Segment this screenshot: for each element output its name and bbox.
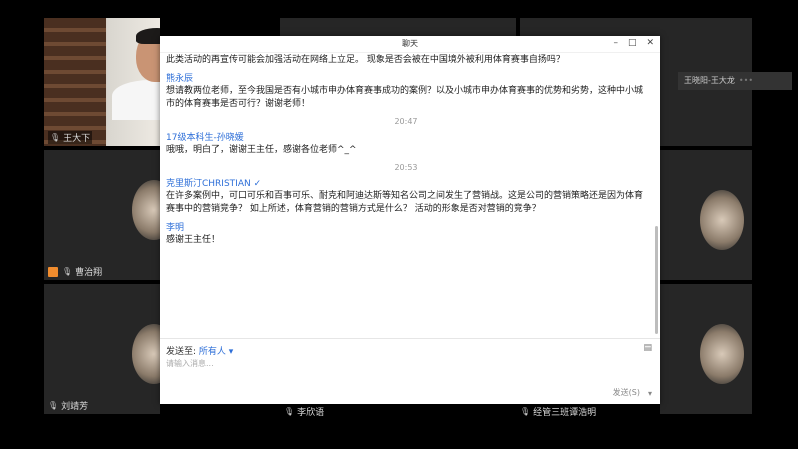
participant-name: 🎙 曹治翔 (48, 265, 102, 278)
window-controls: – □ ✕ (613, 38, 654, 48)
message-sender[interactable]: 李明 (166, 220, 646, 233)
host-icon (48, 266, 58, 277)
message-text: 感谢王主任！ (166, 235, 221, 245)
participant-name: 🎙 经管三班谭浩明 (520, 407, 597, 418)
mic-icon: 🎙 (50, 133, 61, 142)
participant-name: 🎙 刘靖芳 (48, 401, 89, 412)
send-to-label: 发送至: (166, 347, 197, 357)
avatar (132, 324, 160, 384)
video-tile-1[interactable]: 🎙 王大下 (44, 18, 160, 146)
message-sender[interactable]: 克里斯汀CHRISTIAN ✓ (166, 176, 646, 189)
participant-video (44, 18, 160, 146)
message-list[interactable]: 此类活动的再宣传可能会加强活动在网络上立足。 现象是否会被在中国境外被利用体育赛… (160, 54, 652, 316)
chat-titlebar[interactable]: 聊天 – □ ✕ (160, 36, 660, 53)
send-to-dropdown[interactable]: 所有人 ▾ (199, 347, 233, 357)
message-text: 哦哦，明白了，谢谢王主任，感谢各位老师^_^ (166, 145, 357, 155)
participant-name: 🎙 王大下 (48, 131, 93, 144)
participant-name: 🎙 李欣语 (284, 407, 325, 418)
message-timestamp: 20:53 (394, 163, 418, 172)
chat-title: 聊天 (402, 39, 418, 48)
video-tile-6[interactable] (660, 284, 752, 414)
video-tile-7[interactable]: 🎙 刘靖芳 (44, 284, 160, 414)
minimize-icon[interactable]: – (613, 38, 618, 48)
message-text: 想请教两位老师，至今我国是否有小城市申办体育赛事成功的案例？以及小城市申办体育赛… (166, 86, 644, 109)
video-tile-4[interactable]: 🎙 曹治翔 (44, 150, 160, 280)
video-tile-9[interactable]: 🎙 经管三班谭浩明 (516, 404, 752, 418)
video-tile-8[interactable]: 🎙 李欣语 (280, 404, 516, 418)
more-icon: ••• (738, 76, 754, 85)
avatar (132, 180, 160, 240)
maximize-icon[interactable]: □ (628, 38, 637, 48)
bookshelf (44, 18, 106, 146)
chat-window[interactable]: 聊天 – □ ✕ 此类活动的再宣传可能会加强活动在网络上立足。 现象是否会被在中… (160, 36, 660, 404)
mic-icon: 🎙 (62, 267, 73, 276)
avatar (700, 324, 744, 384)
message-sender[interactable]: 17级本科生-孙晓媛 (166, 130, 646, 143)
mic-icon: 🎙 (284, 407, 295, 416)
video-tile-5[interactable] (660, 150, 752, 280)
message-text: 此类活动的再宣传可能会加强活动在网络上立足。 现象是否会被在中国境外被利用体育赛… (166, 55, 565, 65)
file-icon[interactable]: ▤ (643, 343, 652, 353)
send-button[interactable]: 发送(S) (613, 387, 640, 398)
participant-hair (136, 28, 160, 44)
mic-icon: 🎙 (520, 407, 531, 416)
message-input[interactable]: 请输入消息... (166, 358, 214, 369)
chevron-down-icon[interactable]: ▾ (648, 389, 652, 398)
message-text: 在许多案例中，可口可乐和百事可乐、耐克和阿迪达斯等知名公司之间发生了营销战。这是… (166, 191, 644, 214)
chat-scrollbar[interactable] (655, 226, 658, 334)
input-divider (160, 338, 660, 339)
avatar (700, 190, 744, 250)
participant-shirt (112, 80, 160, 120)
message-sender[interactable]: 熊永辰 (166, 71, 646, 84)
mic-icon: 🎙 (48, 401, 59, 410)
side-participant-label[interactable]: 王晓阳-王大龙 ••• (678, 72, 792, 90)
message-timestamp: 20:47 (394, 117, 418, 126)
send-to-selector[interactable]: 发送至: 所有人 ▾ (166, 344, 233, 357)
close-icon[interactable]: ✕ (646, 38, 654, 48)
